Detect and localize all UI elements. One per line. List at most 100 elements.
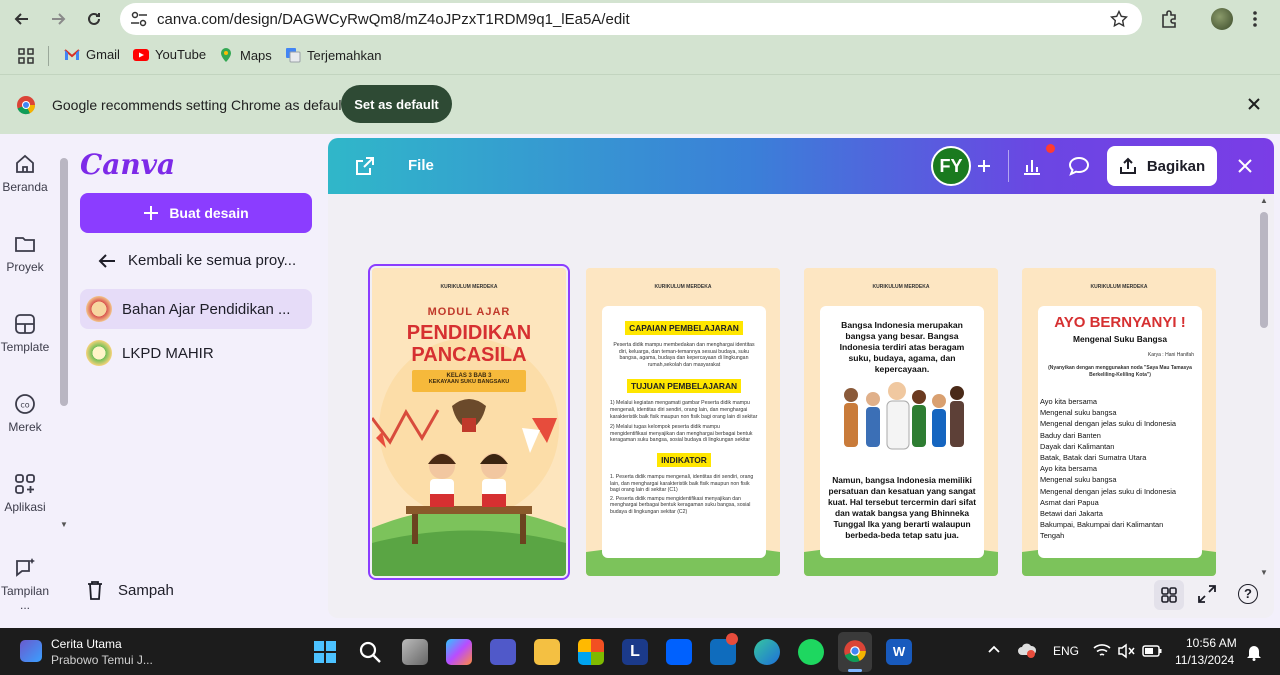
bookmark-translate[interactable]: Terjemahkan [285,47,381,63]
page-thumbnail-2[interactable]: KURIKULUM MERDEKA CAPAIAN PEMBELAJARAN P… [586,268,780,576]
editor-header: File FY Bagikan [328,138,1274,194]
editor-scrollbar[interactable]: ▲ ▼ [1258,196,1270,580]
trash-icon [88,581,102,600]
dropbox-icon[interactable] [666,639,692,665]
bookmark-youtube[interactable]: YouTube [133,47,206,62]
grid-view-icon[interactable] [1154,580,1184,610]
content-card: Bangsa Indonesia merupakan bangsa yang b… [820,306,984,558]
spotify-icon[interactable] [798,639,824,665]
section-text: 2. Peserta didik mampu mengidentifikasi … [610,495,751,515]
language-indicator[interactable]: ENG [1053,644,1079,658]
menu-kebab-icon[interactable] [1242,6,1268,32]
wifi-icon[interactable] [1093,643,1111,664]
bookmark-gmail[interactable]: Gmail [64,47,120,62]
page-thumbnail-1[interactable]: KURIKULUM MERDEKA MODUL AJAR PENDIDIKAN … [368,264,570,580]
profile-avatar[interactable] [1209,6,1235,32]
project-item-lkpd[interactable]: LKPD MAHIR [80,333,312,373]
close-icon[interactable] [1247,97,1261,116]
extensions-icon[interactable] [1156,6,1182,32]
design-editor: File FY Bagikan KURIKULUM MERDEKA MODUL … [328,138,1274,618]
site-info-icon[interactable] [130,11,148,32]
clock-time[interactable]: 10:56 AM [1186,636,1237,650]
section-text: 1. Peserta didik mampu mengenali, identi… [610,473,754,494]
rail-scrollbar[interactable]: ▼ [58,158,70,558]
cover-title-line1: PENDIDIKAN [406,322,532,344]
address-bar[interactable]: canva.com/design/DAGWCyRwQm8/mZ4oJPzxT1R… [120,3,1142,35]
scroll-down-arrow-icon[interactable]: ▼ [60,520,68,529]
page-thumbnail-3[interactable]: KURIKULUM MERDEKA Bangsa Indonesia merup… [804,268,998,576]
rail-item-beranda[interactable]: Beranda [0,152,50,194]
section-text: 1) Melalui kegiatan mengamati gambar Pes… [610,400,758,420]
news-subtitle[interactable]: Prabowo Temui J... [51,653,153,667]
content-card: AYO BERNYANYI ! Mengenal Suku Bangsa Kar… [1038,306,1202,558]
mail-icon[interactable] [710,633,738,665]
page-thumbnail-4[interactable]: KURIKULUM MERDEKA AYO BERNYANYI ! Mengen… [1022,268,1216,576]
speaker-muted-icon[interactable] [1117,643,1135,664]
scroll-up-arrow-icon[interactable]: ▲ [1260,196,1268,205]
trash-link[interactable]: Sampah [86,580,174,600]
windows-start-icon[interactable] [313,640,337,669]
kurikulum-header: KURIKULUM MERDEKA [1090,284,1148,290]
cover-subtitle: MODUL AJAR [427,306,511,318]
create-design-button[interactable]: Buat desain [80,193,312,233]
copilot-icon[interactable] [446,639,472,665]
scrollbar-thumb[interactable] [1260,212,1268,328]
search-icon[interactable] [358,640,382,669]
share-button[interactable]: Bagikan [1107,146,1217,186]
rail-item-merek[interactable]: co Merek [0,392,50,434]
notification-badge [726,633,738,645]
close-editor-icon[interactable] [1225,146,1265,186]
file-explorer-icon[interactable] [534,639,560,665]
lyric-line: Ayo kita bersama [1040,397,1097,406]
rail-label: Merek [8,420,42,434]
content-card: CAPAIAN PEMBELAJARAN Peserta didik mampu… [602,306,766,558]
windows-taskbar: Cerita Utama Prabowo Temui J... L W ENG … [0,628,1280,675]
open-external-icon[interactable] [354,155,376,182]
news-widget-icon[interactable] [20,640,42,662]
project-thumbnail [86,296,112,322]
help-icon[interactable]: ? [1238,584,1258,604]
rail-item-template[interactable]: Template [0,312,50,354]
lyric-line: Tengah [1040,531,1065,541]
divider [48,46,49,66]
rail-item-aplikasi[interactable]: Aplikasi [0,472,50,514]
rail-label: Template [0,340,50,354]
edge-icon[interactable] [754,639,780,665]
page-text-bottom: Namun, bangsa Indonesia memiliki persatu… [827,475,976,540]
rail-item-tampilan[interactable]: Tampilan ... [0,556,50,612]
clock-date[interactable]: 11/13/2024 [1175,653,1234,667]
apps-grid-icon[interactable] [18,48,34,69]
canva-logo[interactable]: Canva [80,148,175,181]
store-icon[interactable] [578,639,604,665]
notification-bell-icon[interactable] [1246,643,1262,666]
project-label: Bahan Ajar Pendidikan ... [122,300,291,318]
rail-item-proyek[interactable]: Proyek [0,232,50,274]
l-app-icon[interactable]: L [622,639,648,665]
bookmark-maps[interactable]: Maps [218,47,272,63]
task-view-icon[interactable] [402,639,428,665]
chrome-taskbar-button[interactable] [838,632,872,672]
fullscreen-icon[interactable] [1197,584,1217,609]
chevron-up-icon[interactable] [987,642,1001,659]
set-as-default-button[interactable]: Set as default [341,85,452,123]
word-icon[interactable]: W [886,639,912,665]
rail-label: Tampilan ... [0,584,50,612]
reload-icon[interactable] [81,6,107,32]
scroll-down-arrow-icon[interactable]: ▼ [1260,568,1268,577]
forward-arrow-icon[interactable] [45,6,71,32]
bookmark-star-icon[interactable] [1109,9,1129,33]
browser-toolbar: canva.com/design/DAGWCyRwQm8/mZ4oJPzxT1R… [0,0,1280,38]
section-text: 2) Melalui tugas kelompok peserta didik … [610,424,753,444]
insights-chart-icon[interactable] [1012,144,1055,186]
battery-icon[interactable] [1142,644,1162,663]
file-menu[interactable]: File [408,157,434,174]
trash-label: Sampah [118,581,174,599]
project-item-bahan-ajar[interactable]: Bahan Ajar Pendidikan ... [80,289,312,329]
cloud-warning-icon[interactable] [1017,641,1037,664]
news-title[interactable]: Cerita Utama [51,637,122,651]
add-collaborator-icon[interactable] [964,146,1004,186]
back-arrow-icon[interactable] [9,6,35,32]
back-to-projects-link[interactable]: Kembali ke semua proy... [98,252,296,269]
teams-icon[interactable] [490,639,516,665]
comment-icon[interactable] [1059,146,1099,186]
